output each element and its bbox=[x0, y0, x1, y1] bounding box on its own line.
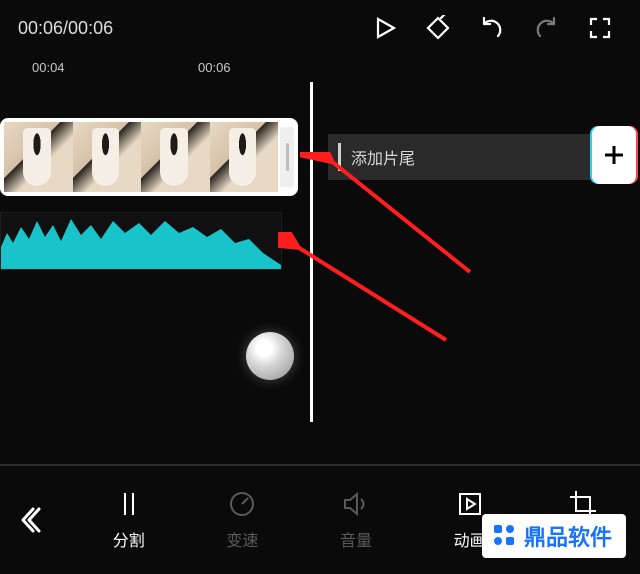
clip-thumbnail bbox=[141, 122, 210, 192]
watermark-text: 鼎品软件 bbox=[524, 520, 612, 552]
ruler-tick: 00:04 bbox=[32, 60, 65, 75]
tool-label: 分割 bbox=[113, 527, 145, 551]
tool-label: 音量 bbox=[340, 527, 372, 551]
timecode-display: 00:06/00:06 bbox=[18, 18, 113, 39]
keyframe-button[interactable] bbox=[416, 6, 460, 50]
ending-bar-icon bbox=[338, 143, 341, 171]
tool-split[interactable]: 分割 bbox=[113, 489, 145, 551]
tool-volume[interactable]: 音量 bbox=[340, 489, 372, 551]
add-clip-button[interactable] bbox=[592, 126, 636, 184]
watermark-logo-icon bbox=[492, 523, 518, 549]
playhead[interactable] bbox=[310, 82, 313, 422]
tool-label: 动画 bbox=[454, 527, 486, 551]
annotation-arrow bbox=[278, 232, 458, 352]
add-ending-slot[interactable]: 添加片尾 bbox=[328, 134, 590, 180]
back-button[interactable] bbox=[0, 466, 72, 574]
clip-thumbnail bbox=[73, 122, 142, 192]
fullscreen-button[interactable] bbox=[578, 6, 622, 50]
audio-track[interactable] bbox=[0, 212, 282, 270]
scrub-knob[interactable] bbox=[246, 332, 294, 380]
video-clip[interactable] bbox=[0, 118, 298, 196]
redo-button[interactable] bbox=[524, 6, 568, 50]
undo-button[interactable] bbox=[470, 6, 514, 50]
timeline-ruler[interactable]: 00:04 00:06 bbox=[0, 56, 640, 82]
tool-label: 变速 bbox=[226, 527, 258, 551]
clip-thumbnail bbox=[210, 122, 279, 192]
clip-trim-handle[interactable] bbox=[280, 127, 294, 187]
clip-thumbnail bbox=[4, 122, 73, 192]
tool-animation[interactable]: 动画 bbox=[454, 489, 486, 551]
play-button[interactable] bbox=[362, 6, 406, 50]
top-toolbar: 00:06/00:06 bbox=[0, 0, 640, 56]
ruler-tick: 00:06 bbox=[198, 60, 231, 75]
watermark-badge: 鼎品软件 bbox=[482, 514, 626, 558]
timeline-tracks[interactable]: 添加片尾 bbox=[0, 82, 640, 412]
add-ending-label: 添加片尾 bbox=[351, 145, 415, 169]
tool-speed[interactable]: 变速 bbox=[226, 489, 258, 551]
